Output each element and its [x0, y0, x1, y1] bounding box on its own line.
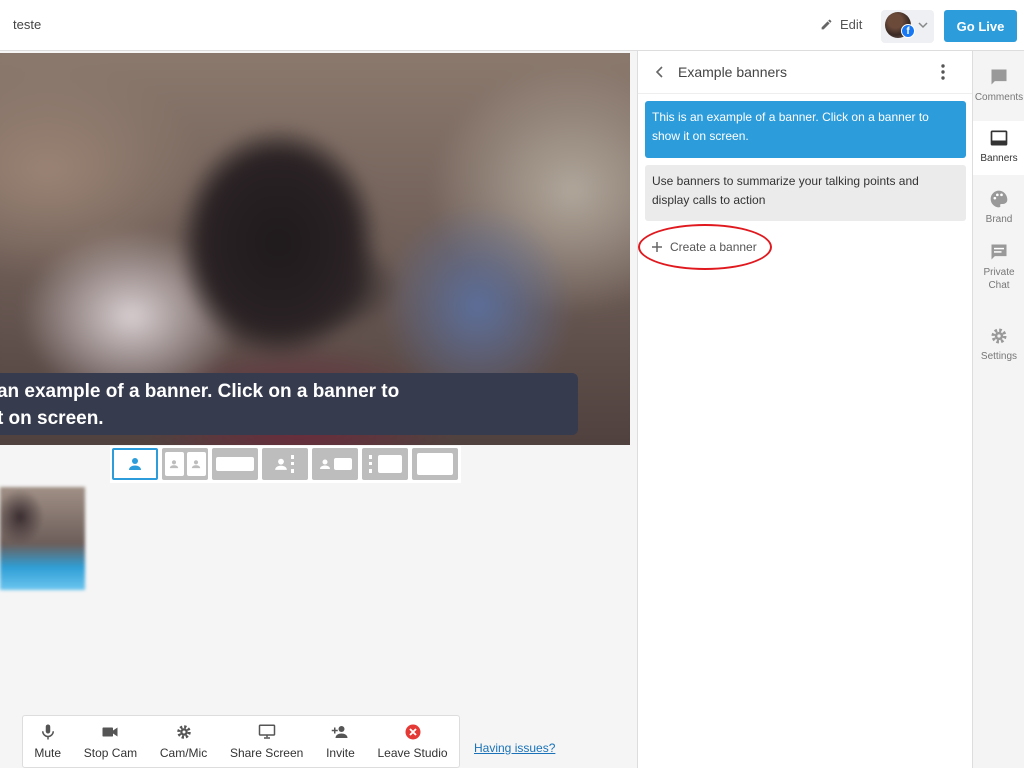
- rail-label: Banners: [980, 153, 1018, 164]
- panel-header: Example banners: [638, 51, 973, 94]
- broadcast-title[interactable]: teste: [13, 17, 41, 32]
- add-person-icon: [332, 726, 348, 738]
- stage-video[interactable]: s is an example of a banner. Click on a …: [0, 53, 630, 445]
- invite-button[interactable]: Invite: [326, 723, 355, 760]
- layout-tile: [186, 452, 206, 476]
- person-icon: [191, 460, 201, 469]
- layout-side-stack: [290, 455, 297, 473]
- rail-label: Brand: [985, 214, 1013, 225]
- rail-label: Settings: [980, 351, 1018, 362]
- stop-cam-label: Stop Cam: [83, 746, 138, 760]
- share-screen-button[interactable]: Share Screen: [230, 723, 303, 760]
- layout-tile: [417, 453, 453, 475]
- pencil-icon: [821, 19, 832, 30]
- chat-icon: [991, 244, 1007, 260]
- banner-item[interactable]: Use banners to summarize your talking po…: [645, 165, 966, 221]
- cam-mic-button[interactable]: Cam/Mic: [160, 723, 207, 760]
- rail-item-comments[interactable]: Comments: [973, 67, 1024, 119]
- rail-label: Private Chat: [983, 267, 1015, 291]
- layout-leader[interactable]: [262, 448, 308, 480]
- person-icon: [169, 460, 179, 469]
- layout-tile: [216, 457, 254, 471]
- layout-group[interactable]: [212, 448, 258, 480]
- layout-tile: [333, 458, 352, 470]
- chevron-down-icon: [918, 22, 928, 29]
- close-circle-icon: [405, 724, 421, 740]
- leave-studio-button[interactable]: Leave Studio: [378, 723, 448, 760]
- layout-selector: [110, 446, 461, 483]
- layout-solo[interactable]: [112, 448, 158, 480]
- mute-button[interactable]: Mute: [34, 723, 61, 760]
- facebook-icon: f: [901, 24, 915, 38]
- layout-two-up[interactable]: [162, 448, 208, 480]
- stage-banner-line-1: s is an example of a banner. Click on a …: [0, 381, 400, 402]
- monitor-icon: [258, 724, 275, 739]
- rail-item-banners[interactable]: Banners: [973, 121, 1024, 175]
- having-issues-link[interactable]: Having issues?: [474, 741, 555, 755]
- rail-item-settings[interactable]: Settings: [973, 326, 1024, 366]
- right-rail: Comments Banners Brand Private Chat Sett…: [972, 51, 1024, 768]
- mute-label: Mute: [34, 746, 62, 760]
- banner-item-active[interactable]: This is an example of a banner. Click on…: [645, 101, 966, 158]
- cam-mic-label: Cam/Mic: [159, 746, 208, 760]
- gear-icon: [176, 725, 191, 739]
- plus-icon: [652, 242, 662, 252]
- stage-banner-line-2: ow it on screen.: [0, 408, 104, 429]
- share-screen-label: Share Screen: [229, 746, 304, 760]
- comment-icon: [991, 69, 1007, 85]
- layout-tile: [164, 452, 184, 476]
- studio-toolbar: Mute Stop Cam Cam/Mic Share Screen Invit…: [22, 715, 460, 768]
- rail-item-brand[interactable]: Brand: [973, 189, 1024, 229]
- person-icon: [319, 459, 330, 469]
- microphone-icon: [41, 724, 54, 740]
- chevron-left-icon[interactable]: [655, 65, 665, 79]
- more-vertical-icon[interactable]: [938, 64, 948, 80]
- leave-studio-label: Leave Studio: [377, 746, 448, 760]
- gear-icon: [991, 328, 1007, 344]
- invite-label: Invite: [326, 746, 355, 760]
- layout-screen-small[interactable]: [312, 448, 358, 480]
- panel-title: Example banners: [678, 64, 787, 80]
- create-banner-button[interactable]: Create a banner: [652, 240, 757, 254]
- banners-panel: Example banners This is an example of a …: [637, 51, 973, 768]
- rail-item-private-chat[interactable]: Private Chat: [973, 242, 1024, 298]
- person-icon: [274, 458, 287, 470]
- top-bar: teste Edit f Go Live: [0, 0, 1024, 51]
- account-switcher[interactable]: f: [881, 10, 934, 43]
- edit-button[interactable]: Edit: [820, 17, 862, 32]
- rail-label: Comments: [974, 92, 1024, 103]
- video-camera-icon: [102, 727, 118, 737]
- layout-fullscreen[interactable]: [412, 448, 458, 480]
- edit-label: Edit: [840, 17, 863, 32]
- palette-icon: [990, 190, 1008, 208]
- stage-banner: s is an example of a banner. Click on a …: [0, 373, 578, 435]
- go-live-button[interactable]: Go Live: [944, 10, 1017, 42]
- banner-icon: [990, 130, 1008, 146]
- layout-tile: [377, 455, 402, 473]
- layout-screen-large[interactable]: [362, 448, 408, 480]
- create-banner-label: Create a banner: [670, 240, 757, 254]
- person-icon: [129, 458, 141, 470]
- layout-side-stack: [368, 455, 375, 473]
- participant-thumbnail[interactable]: [0, 487, 85, 590]
- stop-cam-button[interactable]: Stop Cam: [84, 723, 137, 760]
